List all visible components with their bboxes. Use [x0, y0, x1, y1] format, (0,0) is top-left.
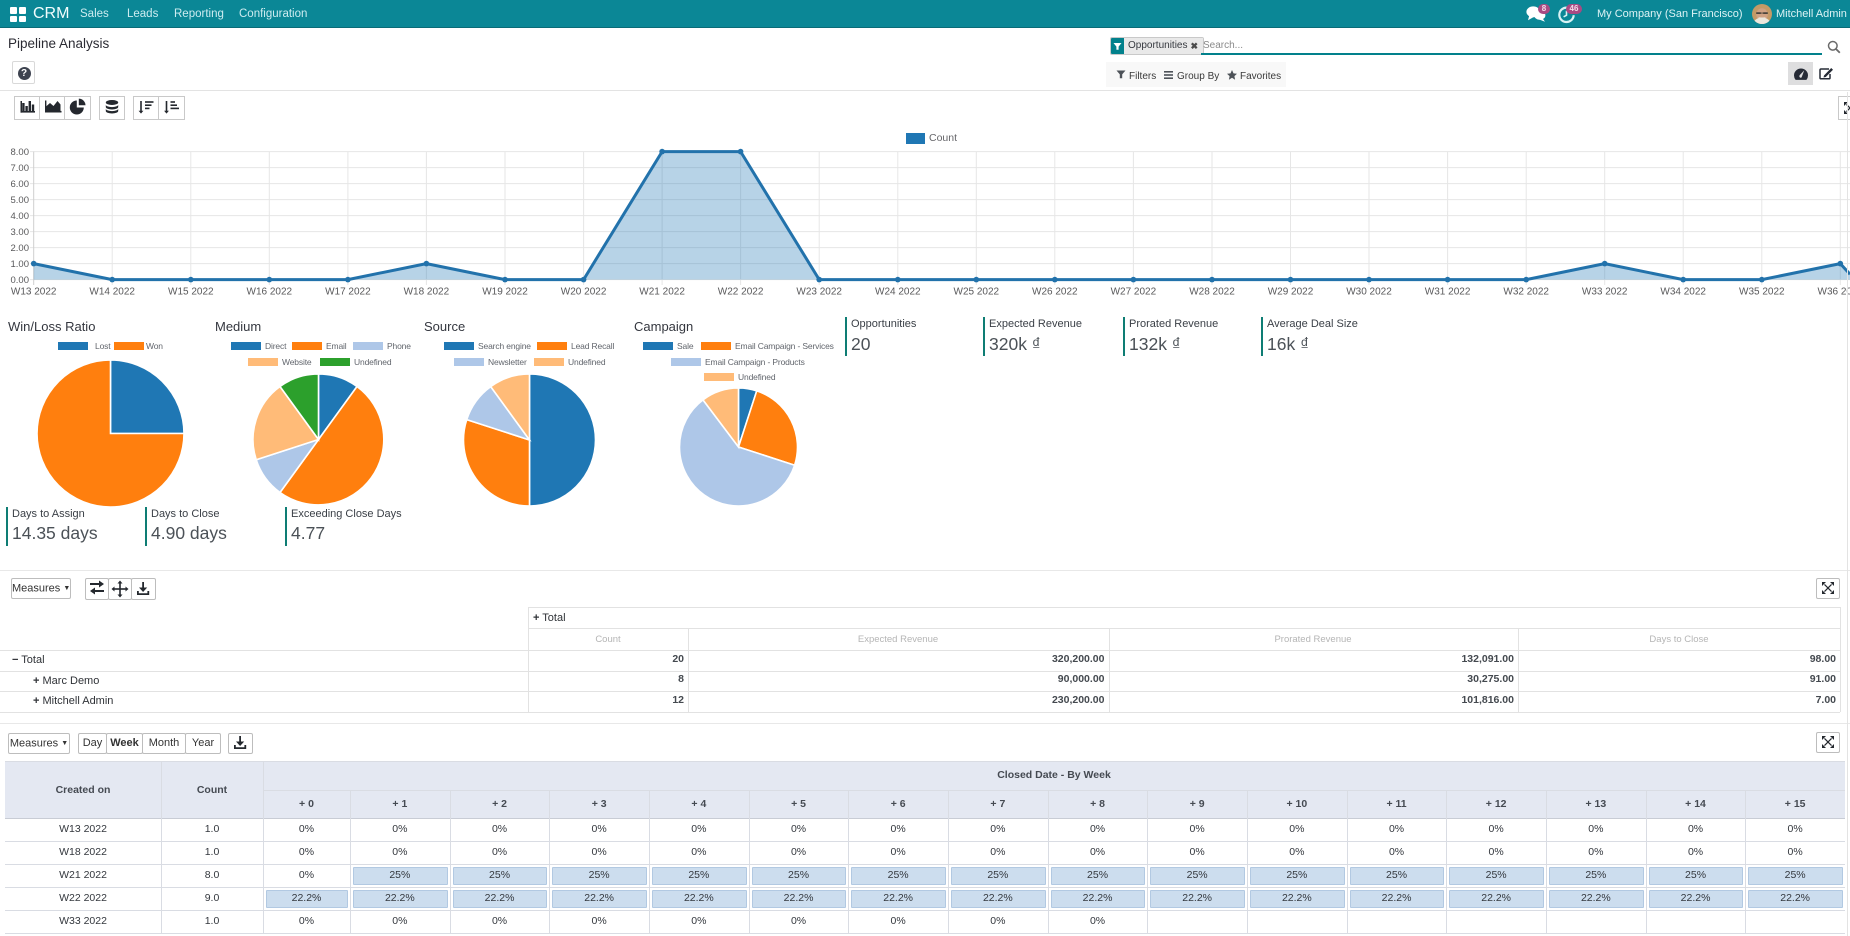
svg-text:W14 2022: W14 2022 [89, 287, 135, 298]
svg-text:W28 2022: W28 2022 [1189, 287, 1235, 298]
svg-text:W21 2022: W21 2022 [639, 287, 685, 298]
svg-text:0.00: 0.00 [11, 275, 30, 286]
svg-text:8.00: 8.00 [11, 147, 30, 158]
svg-text:W22 2022: W22 2022 [718, 287, 764, 298]
svg-text:W36 2022: W36 2022 [1818, 287, 1850, 298]
svg-text:W13 2022: W13 2022 [11, 287, 57, 298]
svg-text:W30 2022: W30 2022 [1346, 287, 1392, 298]
svg-text:W25 2022: W25 2022 [954, 287, 1000, 298]
svg-text:W31 2022: W31 2022 [1425, 287, 1471, 298]
svg-text:W23 2022: W23 2022 [796, 287, 842, 298]
svg-text:5.00: 5.00 [11, 195, 30, 206]
svg-text:W20 2022: W20 2022 [561, 287, 607, 298]
svg-text:2.00: 2.00 [11, 243, 30, 254]
svg-text:3.00: 3.00 [11, 227, 30, 238]
svg-text:W18 2022: W18 2022 [404, 287, 450, 298]
svg-text:W16 2022: W16 2022 [247, 287, 293, 298]
svg-text:W35 2022: W35 2022 [1739, 287, 1785, 298]
svg-text:W17 2022: W17 2022 [325, 287, 371, 298]
svg-text:W24 2022: W24 2022 [875, 287, 921, 298]
svg-text:W15 2022: W15 2022 [168, 287, 214, 298]
svg-text:1.00: 1.00 [11, 259, 30, 270]
svg-text:4.00: 4.00 [11, 211, 30, 222]
svg-text:W33 2022: W33 2022 [1582, 287, 1628, 298]
svg-text:W29 2022: W29 2022 [1268, 287, 1314, 298]
svg-text:6.00: 6.00 [11, 179, 30, 190]
svg-text:W26 2022: W26 2022 [1032, 287, 1078, 298]
svg-text:W32 2022: W32 2022 [1503, 287, 1549, 298]
svg-text:W19 2022: W19 2022 [482, 287, 528, 298]
svg-text:W34 2022: W34 2022 [1660, 287, 1706, 298]
svg-text:W27 2022: W27 2022 [1111, 287, 1157, 298]
svg-text:7.00: 7.00 [11, 163, 30, 174]
